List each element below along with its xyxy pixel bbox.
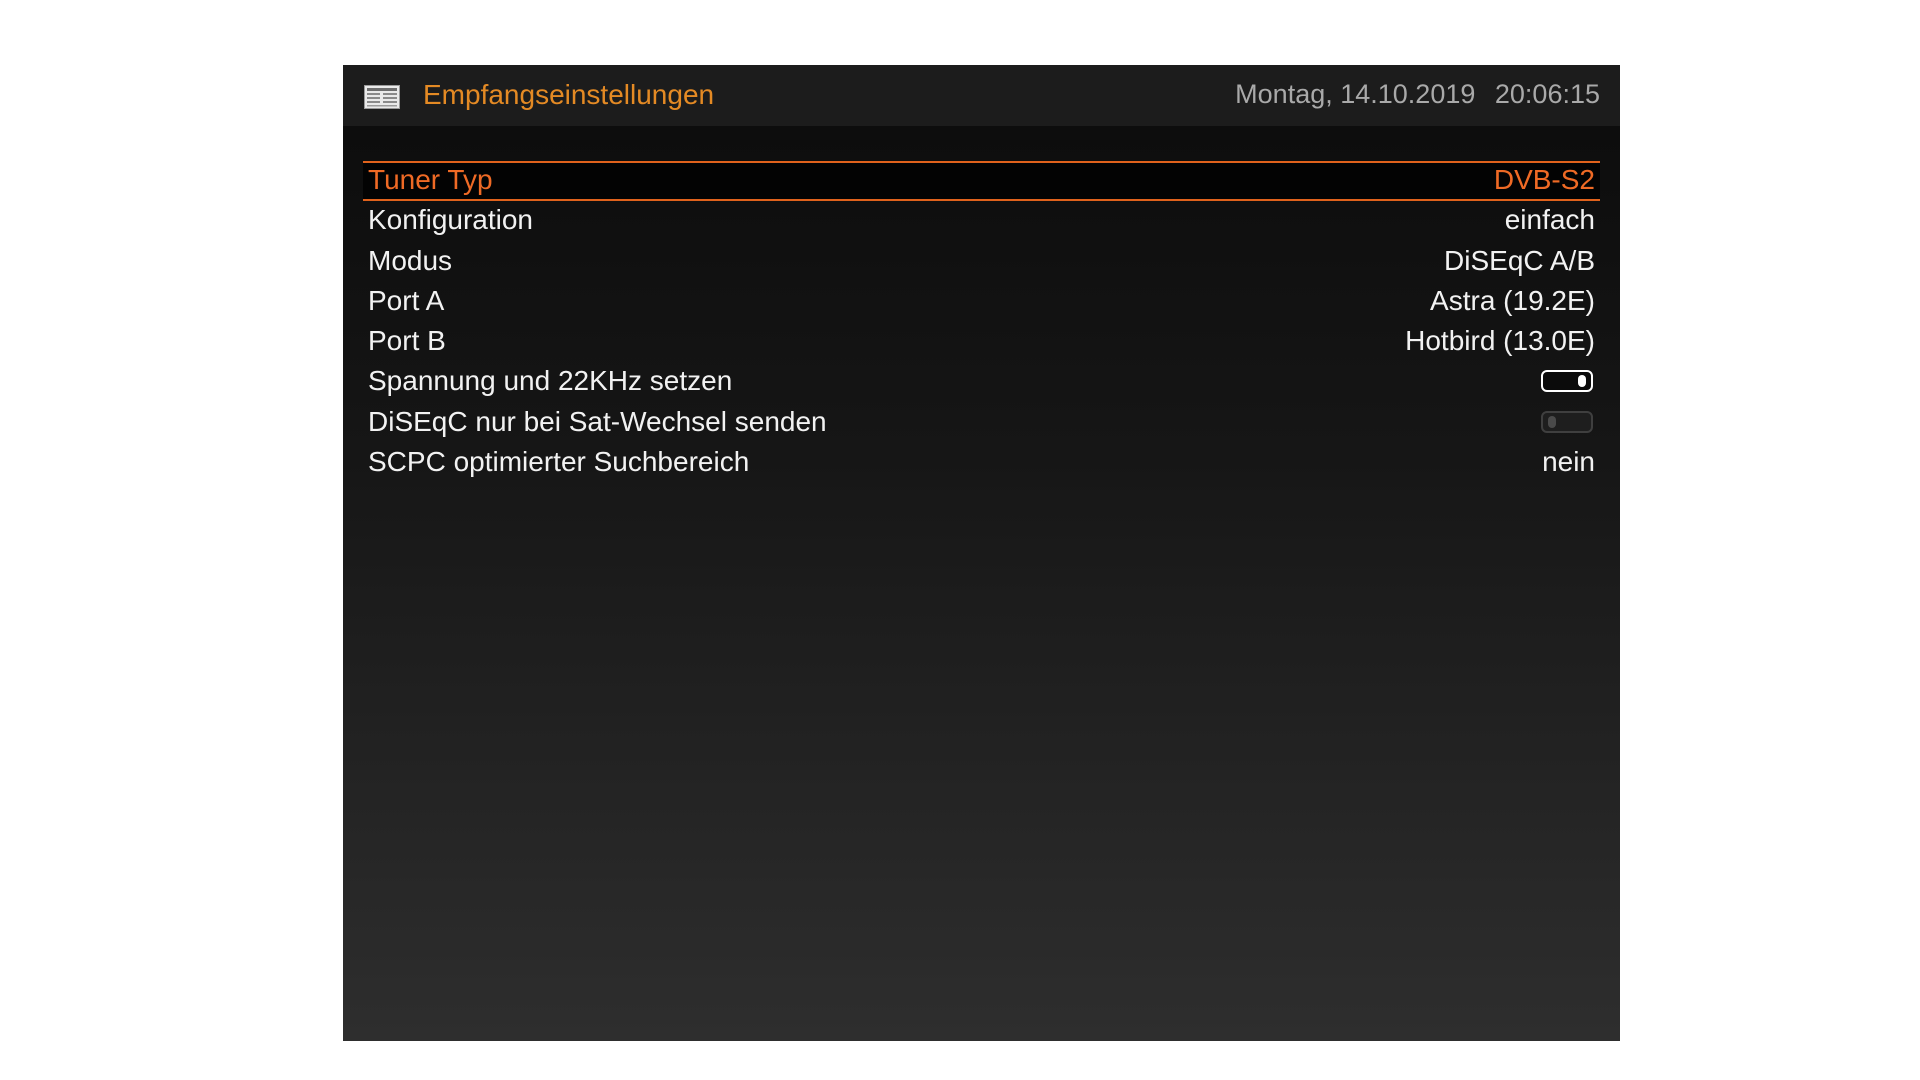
page-title: Empfangseinstellungen (423, 79, 715, 110)
setting-value: nein (1542, 446, 1595, 478)
setting-value: DiSEqC A/B (1444, 244, 1595, 276)
settings-card-icon (364, 85, 400, 109)
date-time: Montag, 14.10.2019 20:06:15 (1235, 79, 1600, 110)
setting-port-a[interactable]: Port A Astra (19.2E) (363, 282, 1600, 322)
setting-mode[interactable]: Modus DiSEqC A/B (363, 242, 1600, 282)
setting-port-b[interactable]: Port B Hotbird (13.0E) (363, 322, 1600, 362)
setting-label: Port B (368, 325, 446, 357)
setting-label: Spannung und 22KHz setzen (368, 365, 733, 397)
setting-label: DiSEqC nur bei Sat-Wechsel senden (368, 405, 827, 437)
setting-scpc-search-range[interactable]: SCPC optimierter Suchbereich nein (363, 443, 1600, 483)
diseqc-toggle[interactable] (1541, 410, 1593, 433)
header-bar: Empfangseinstellungen Montag, 14.10.2019… (343, 65, 1620, 126)
voltage-toggle[interactable] (1541, 370, 1593, 393)
setting-tuner-type[interactable]: Tuner Typ DVB-S2 (363, 161, 1600, 202)
setting-label: SCPC optimierter Suchbereich (368, 446, 750, 478)
settings-list: Tuner Typ DVB-S2 Konfiguration einfach M… (363, 161, 1600, 483)
date-text: Montag, 14.10.2019 (1235, 79, 1476, 109)
setting-diseqc-on-change[interactable]: DiSEqC nur bei Sat-Wechsel senden (363, 403, 1600, 443)
setting-value: einfach (1504, 204, 1595, 236)
setting-configuration[interactable]: Konfiguration einfach (363, 201, 1600, 241)
toggle-knob (1578, 375, 1586, 388)
setting-label: Konfiguration (368, 204, 534, 236)
tv-settings-screen: Empfangseinstellungen Montag, 14.10.2019… (343, 65, 1620, 1041)
time-text: 20:06:15 (1494, 79, 1600, 109)
setting-value: DVB-S2 (1493, 164, 1595, 195)
setting-label: Port A (368, 284, 445, 316)
setting-label: Modus (368, 244, 453, 276)
setting-voltage-22khz[interactable]: Spannung und 22KHz setzen (363, 362, 1600, 402)
setting-label: Tuner Typ (368, 164, 493, 195)
setting-value: Astra (19.2E) (1430, 284, 1595, 316)
toggle-knob (1548, 415, 1556, 428)
setting-value: Hotbird (13.0E) (1405, 325, 1595, 357)
